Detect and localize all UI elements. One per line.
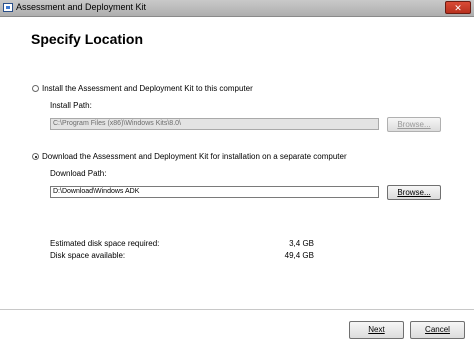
- app-icon: [3, 3, 13, 12]
- next-button[interactable]: Next: [349, 321, 404, 339]
- disk-required-label: Estimated disk space required:: [50, 239, 160, 248]
- install-path-input[interactable]: C:\Program Files (x86)\Windows Kits\8.0\: [50, 118, 379, 130]
- close-button[interactable]: ✕: [445, 1, 471, 14]
- cancel-button-label: Cancel: [425, 325, 450, 334]
- download-radio[interactable]: [32, 153, 39, 160]
- install-radio[interactable]: [32, 85, 39, 92]
- install-browse-button[interactable]: Browse...: [387, 117, 441, 132]
- cancel-button[interactable]: Cancel: [410, 321, 465, 339]
- next-button-label: Next: [368, 325, 385, 334]
- download-option-label[interactable]: Download the Assessment and Deployment K…: [42, 152, 347, 161]
- title-bar: Assessment and Deployment Kit ✕: [0, 0, 474, 17]
- disk-required-value: 3,4 GB: [289, 239, 314, 248]
- disk-available-value: 49,4 GB: [284, 251, 314, 260]
- install-option-label[interactable]: Install the Assessment and Deployment Ki…: [42, 84, 253, 93]
- window-title: Assessment and Deployment Kit: [16, 2, 147, 12]
- download-path-input[interactable]: D:\Download\Windows ADK: [50, 186, 379, 198]
- download-browse-button-label: Browse...: [397, 188, 431, 197]
- page-title: Specify Location: [31, 31, 144, 47]
- install-browse-button-label: Browse...: [397, 120, 431, 129]
- download-browse-button[interactable]: Browse...: [387, 185, 441, 200]
- install-path-label: Install Path:: [50, 101, 92, 110]
- download-path-label: Download Path:: [50, 169, 107, 178]
- disk-available-label: Disk space available:: [50, 251, 126, 260]
- footer-divider: [0, 309, 474, 310]
